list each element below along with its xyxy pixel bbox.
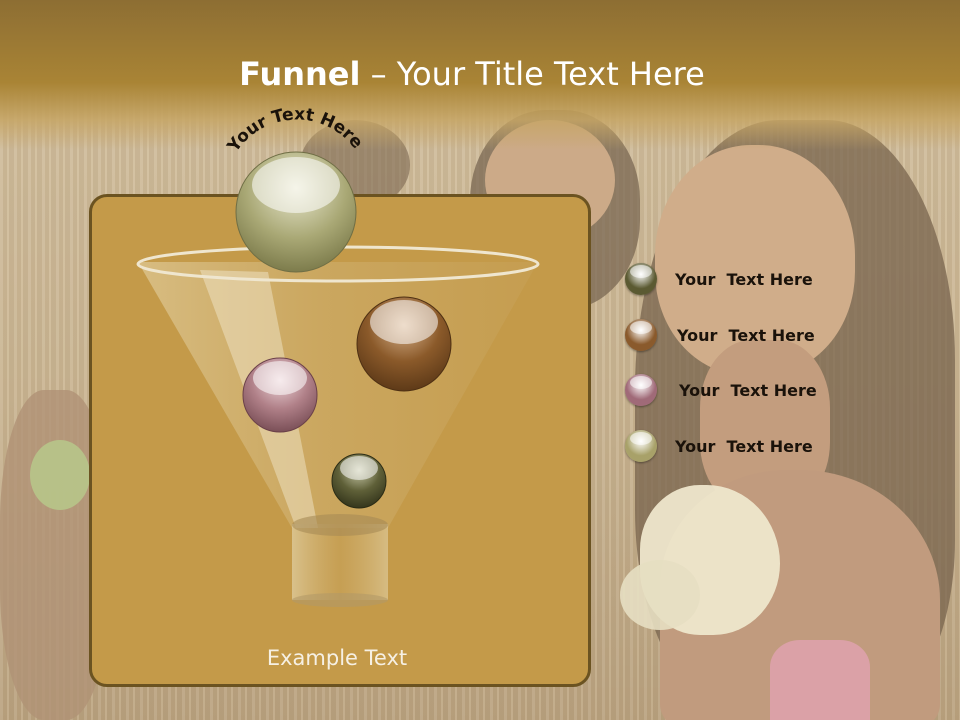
legend-dot-4: [625, 430, 657, 462]
funnel-ball-olive: [331, 453, 387, 509]
legend-label-2: Your Text Here: [677, 325, 815, 345]
legend-item-2: Your Text Here: [625, 319, 815, 351]
funnel-spout-top: [292, 514, 388, 536]
legend-label-3: Your Text Here: [679, 380, 817, 400]
funnel-diagram: Your Text Here: [136, 104, 540, 607]
funnel-ball-brown: [356, 296, 452, 392]
legend-dot-1: [625, 263, 657, 295]
legend-dot-2: [625, 319, 657, 351]
legend-item-4: Your Text Here: [625, 430, 813, 462]
example-text: Example Text: [266, 646, 408, 670]
legend-item-1: Your Text Here: [625, 263, 813, 295]
legend-label-4: Your Text Here: [675, 436, 813, 456]
legend-label-1: Your Text Here: [675, 269, 813, 289]
arc-text-path: Your Text Here: [223, 104, 367, 156]
funnel-spout-bottom: [292, 593, 388, 607]
funnel-ball-pink: [242, 357, 318, 433]
funnel-ball-top: [235, 151, 357, 273]
legend-dot-3: [625, 374, 657, 406]
legend-item-3: Your Text Here: [625, 374, 817, 406]
arc-text: Your Text Here: [223, 104, 367, 156]
